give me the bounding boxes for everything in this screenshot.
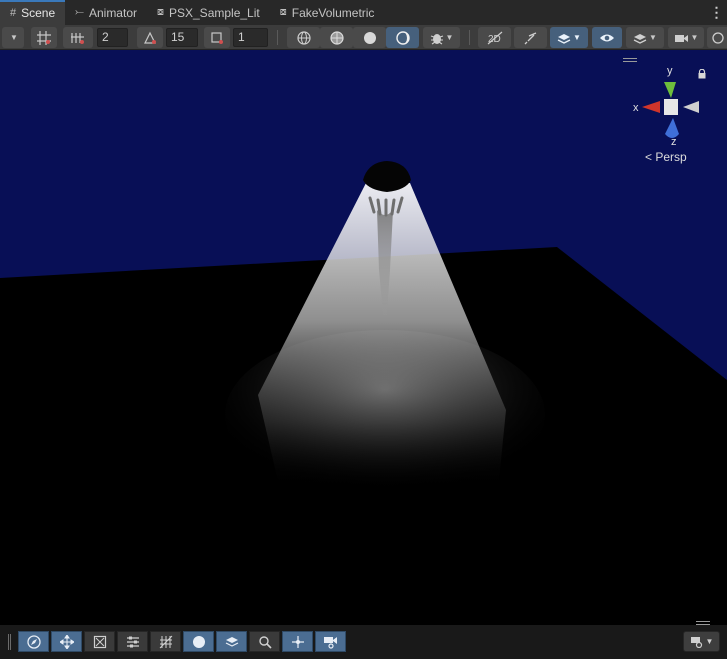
rotation-snap-icon [144,31,156,44]
camera-tool-button[interactable] [315,631,346,652]
shading-shaded-button[interactable] [353,27,386,48]
shading-wireframe-button[interactable] [287,27,320,48]
tab-scene-label: Scene [21,5,56,20]
tab-psx-sample-lit-label: PSX_Sample_Lit [169,5,260,20]
gizmos-toggle[interactable] [707,27,727,48]
more-options-icon[interactable]: ⋮ [705,0,727,25]
search-tool-button[interactable] [249,631,280,652]
shaded-wireframe-sphere-icon [329,30,344,45]
rect-tool-button[interactable] [150,631,181,652]
shading-unlit-button[interactable] [386,27,419,48]
overlay-settings-dropdown[interactable]: ▼ [683,631,720,652]
move-arrows-icon [59,634,74,649]
animator-icon: ⤚ [75,6,84,18]
lock-icon[interactable] [698,68,706,82]
rotation-snap-value-field[interactable]: 15 [166,28,198,47]
tab-animator[interactable]: ⤚ Animator [65,0,147,25]
gizmo-icon [712,31,724,44]
camera-settings-dropdown[interactable]: ▼ [668,27,704,48]
gizmo-y-label: y [667,65,673,77]
svg-text:2D: 2D [488,34,501,45]
camera-icon [674,34,688,42]
layers-tool-button[interactable] [216,631,247,652]
projection-toggle[interactable]: < Persp [645,150,687,164]
scene-visibility-dropdown[interactable]: ▼ [550,27,588,48]
overlay-handle-icon[interactable] [696,621,710,625]
lighting-off-icon [524,31,536,44]
chevron-down-icon: ▼ [705,637,714,646]
gizmos-layers-dropdown[interactable]: ▼ [626,27,664,48]
debug-draw-mode-dropdown[interactable]: ▼ [423,27,460,48]
tab-animator-label: Animator [88,5,137,20]
scale-snap-value-field[interactable]: 1 [233,28,268,47]
scale-snap-button[interactable] [204,27,230,48]
grid-increment-button[interactable] [63,27,93,48]
gizmo-z-label: z [671,136,677,148]
projection-label: Persp [655,150,687,164]
scale-tool-button[interactable] [117,631,148,652]
scene-visibility-toggle[interactable] [592,27,622,48]
chevron-down-icon: ▼ [573,33,581,42]
grid-hatch-icon [159,635,172,648]
eye-icon [600,34,614,41]
compass-icon [26,634,41,649]
wireframe-sphere-icon [296,30,311,45]
transform-icon [291,635,304,648]
sphere-icon [192,635,205,648]
toolbar-separator [277,30,278,45]
shader-graph-icon: ⧇ [157,6,164,18]
camera-gizmo-icon [690,636,702,648]
shading-shaded-wireframe-button[interactable] [320,27,353,48]
scene-render [0,161,727,625]
chevron-down-icon: ▼ [10,33,18,42]
window-tab-bar: # Scene ⤚ Animator ⧇ PSX_Sample_Lit ⧇ Fa… [0,0,727,25]
shaded-toggle-button[interactable] [183,631,214,652]
shaded-sphere-icon [363,31,376,44]
chevron-down-icon: ▼ [649,33,657,42]
rotate-icon [93,635,106,648]
gizmo-x-label: x [633,102,639,114]
tab-psx-sample-lit[interactable]: ⧇ PSX_Sample_Lit [147,0,270,25]
search-icon [258,635,272,649]
toolbar-dropdown-button[interactable]: ▼ [2,27,24,48]
grid-snap-toggle[interactable] [31,27,57,48]
scale-snap-icon [211,31,223,44]
bug-icon [430,33,443,44]
grid-icon: # [10,6,17,19]
shader-graph-icon: ⧇ [279,6,287,18]
tab-fakevolumetric-label: FakeVolumetric [291,5,375,20]
view-tool-button[interactable] [18,631,49,652]
2d-mode-icon: 2D [487,31,502,45]
grid-snap-icon [37,30,51,45]
transform-tool-button[interactable] [282,631,313,652]
scene-viewport[interactable] [0,50,727,625]
tab-scene[interactable]: # Scene [0,0,66,25]
chevron-down-icon: ▼ [445,33,454,42]
scene-lighting-toggle[interactable] [514,27,547,48]
rotation-snap-button[interactable] [137,27,163,48]
sliders-icon [126,636,139,647]
tab-fakevolumetric[interactable]: ⧇ FakeVolumetric [270,0,385,25]
scene-toolbar: ▼ 2 15 1 ▼ 2D ▼ ▼ ▼ [0,25,727,50]
toggle-2d-button[interactable]: 2D [478,27,511,48]
unlit-sphere-icon [395,30,410,45]
layers-icon [633,33,647,44]
scene-tools-overlay: ▼ [0,621,727,656]
stacked-layers-icon [225,636,238,647]
camera-overlay-icon [324,636,337,649]
chevron-down-icon: ▼ [690,33,699,42]
toolbar-separator [469,30,470,45]
layers-stack-icon [557,33,571,44]
rotate-tool-button[interactable] [84,631,115,652]
grid-snap-value-field[interactable]: 2 [97,28,128,47]
perspective-icon: < [645,150,653,164]
grid-increment-icon [71,32,84,44]
move-tool-button[interactable] [51,631,82,652]
overlay-grip-handle[interactable] [8,634,11,650]
